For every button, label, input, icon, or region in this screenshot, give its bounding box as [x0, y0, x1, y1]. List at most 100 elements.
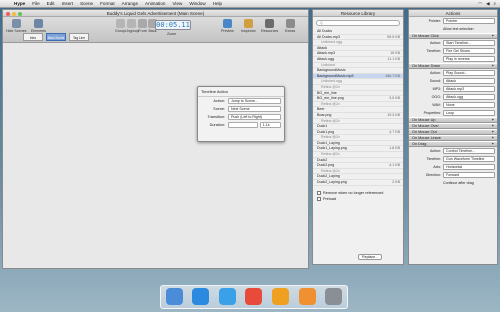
- resource-name: Boar.png: [317, 112, 332, 117]
- volume-icon[interactable]: ◀: [486, 1, 489, 7]
- section-on-mouse-click[interactable]: On Mouse Click +: [409, 33, 497, 39]
- actions-title: Actions: [445, 10, 461, 16]
- preview-button[interactable]: Preview: [221, 19, 234, 33]
- resource-name: Attack.mp3: [317, 51, 335, 56]
- action-value[interactable]: Control Timeline...: [443, 148, 495, 154]
- hide-scenes-button[interactable]: Hide Scenes: [6, 19, 26, 33]
- popover-action-row: Action: Jump to Scene...: [198, 97, 284, 105]
- scene-select[interactable]: Next Scene: [228, 106, 281, 112]
- scene-list: Intro Main Scene Tag Line: [23, 33, 89, 41]
- action-value[interactable]: Play in reverse: [443, 56, 495, 62]
- action-value[interactable]: Forward: [443, 172, 495, 178]
- resource-size: 186.7 KB: [385, 73, 400, 78]
- scene-thumb-intro[interactable]: Intro: [23, 33, 43, 41]
- calendar-icon[interactable]: [245, 288, 263, 305]
- resource-library-window: Resource Library Q All Ducks All Ducks.mp…: [312, 9, 404, 265]
- extras-button[interactable]: Extras: [285, 19, 295, 33]
- transition-select[interactable]: Push (Left to Right): [228, 114, 281, 120]
- action-value[interactable]: Gun Waveform Timeline: [443, 156, 495, 162]
- resource-list: All Ducks All Ducks.mp3 59.5 KB Unlinked.og…: [313, 29, 403, 186]
- action-row: Timeline: Fire Gel Shoes: [409, 47, 497, 55]
- group-button[interactable]: Group: [115, 19, 125, 33]
- preload-checkbox[interactable]: Preload: [313, 196, 403, 202]
- hype-icon[interactable]: [272, 288, 290, 305]
- resource-name: All Ducks.mp3: [317, 34, 340, 39]
- menu-extras: ◠ ◀ ⌕: [478, 1, 496, 7]
- resource-size: 11.1 KB: [387, 56, 400, 61]
- spotlight-icon[interactable]: ⌕: [494, 1, 496, 7]
- action-value[interactable]: Play Sound...: [443, 70, 495, 76]
- scene-thumb-tagline[interactable]: Tag Line: [69, 33, 89, 41]
- section-on-mouse-down[interactable]: On Mouse Down +: [409, 63, 497, 69]
- action-value[interactable]: Loop: [443, 110, 495, 116]
- replace-button[interactable]: Replace...: [358, 254, 383, 260]
- zoom-control[interactable]: Zoom: [167, 32, 176, 36]
- minimize-button[interactable]: [12, 11, 16, 16]
- front-button[interactable]: Front: [138, 19, 147, 33]
- allow-text-row[interactable]: Allow text selection: [409, 25, 497, 33]
- action-value[interactable]: None: [443, 102, 495, 108]
- action-value[interactable]: Attack.mp3: [443, 86, 495, 92]
- action-value[interactable]: Attack.ogg: [443, 94, 495, 100]
- add-action-icon: +: [491, 64, 494, 68]
- resource-name: Retina @2x: [321, 84, 340, 89]
- action-section-header[interactable]: On Drag +: [409, 141, 497, 147]
- safari-icon[interactable]: [218, 288, 236, 305]
- add-action-icon: +: [491, 34, 494, 38]
- menu-window[interactable]: Window: [189, 1, 205, 6]
- resource-name: BackgroundMusic: [317, 68, 346, 73]
- finder-icon[interactable]: [165, 288, 183, 305]
- continue-after-drag-row[interactable]: Continue after drag: [409, 179, 497, 187]
- resource-size: 59.5 KB: [387, 34, 400, 39]
- menu-edit[interactable]: Edit: [47, 1, 55, 6]
- menu-help[interactable]: Help: [213, 1, 222, 6]
- action-select[interactable]: Jump to Scene...: [228, 98, 281, 104]
- pointer-select[interactable]: Pointer: [443, 18, 495, 24]
- inspector-button[interactable]: Inspector: [241, 19, 256, 33]
- add-action-icon[interactable]: +: [492, 142, 494, 147]
- pointer-row: Pointer: Pointer: [409, 17, 497, 25]
- wifi-icon[interactable]: ◠: [478, 1, 482, 7]
- duration-field[interactable]: 1.1s: [259, 122, 281, 128]
- section-label: On Drag: [412, 142, 427, 146]
- reslib-title: Resource Library: [340, 10, 376, 16]
- zoom-button[interactable]: [18, 11, 22, 16]
- action-value[interactable]: Horizontal: [443, 164, 495, 170]
- scene-thumb-main[interactable]: Main Scene: [46, 33, 66, 41]
- action-label: Timeline:: [426, 49, 441, 53]
- menu-app[interactable]: Hype: [14, 1, 25, 6]
- menu-insert[interactable]: Insert: [62, 1, 74, 6]
- resource-name: Unlinked: [321, 62, 335, 67]
- resource-name: Duck1: [317, 124, 328, 129]
- elements-button[interactable]: Elements: [31, 19, 46, 33]
- action-row: Action: Start Timeline...: [409, 39, 497, 47]
- resource-search-input[interactable]: Q: [316, 20, 400, 26]
- action-value[interactable]: Start Timeline...: [443, 40, 495, 46]
- resource-item[interactable]: Duck2_Laying.png 2 KB: [313, 180, 403, 186]
- menu-format[interactable]: Format: [100, 1, 115, 6]
- menu-arrange[interactable]: Arrange: [122, 1, 138, 6]
- actions-inspector: Actions Pointer: Pointer Allow text sele…: [408, 9, 498, 265]
- action-value[interactable]: Fire Gel Shoes: [443, 48, 495, 54]
- close-button[interactable]: [6, 11, 10, 16]
- ungroup-button[interactable]: Ungroup: [125, 19, 139, 33]
- action-value[interactable]: Attack: [443, 78, 495, 84]
- trash-icon[interactable]: [325, 288, 343, 305]
- window-title: Buddy's Liquid Gels Advertisement (Main …: [106, 10, 205, 16]
- menu-view[interactable]: View: [172, 1, 182, 6]
- duration-slider[interactable]: [228, 122, 258, 128]
- continue-after-drag-label: Continue after drag: [443, 181, 474, 185]
- app-store-icon[interactable]: [192, 288, 210, 305]
- menu-animation[interactable]: Animation: [145, 1, 165, 6]
- menu-scene[interactable]: Scene: [80, 1, 93, 6]
- window-controls: [6, 11, 22, 16]
- menu-file[interactable]: File: [32, 1, 39, 6]
- resource-name: BG_em_line: [317, 90, 337, 95]
- resource-name: Duck2: [317, 157, 328, 162]
- section-label: On Mouse Out: [412, 130, 437, 134]
- resources-button[interactable]: Resources: [261, 19, 278, 33]
- pages-icon[interactable]: [298, 288, 316, 305]
- resource-name: Duck1_Laying.png: [317, 146, 347, 151]
- action-row: Axis: Horizontal: [409, 163, 497, 171]
- resource-size: 16 KB: [390, 51, 400, 56]
